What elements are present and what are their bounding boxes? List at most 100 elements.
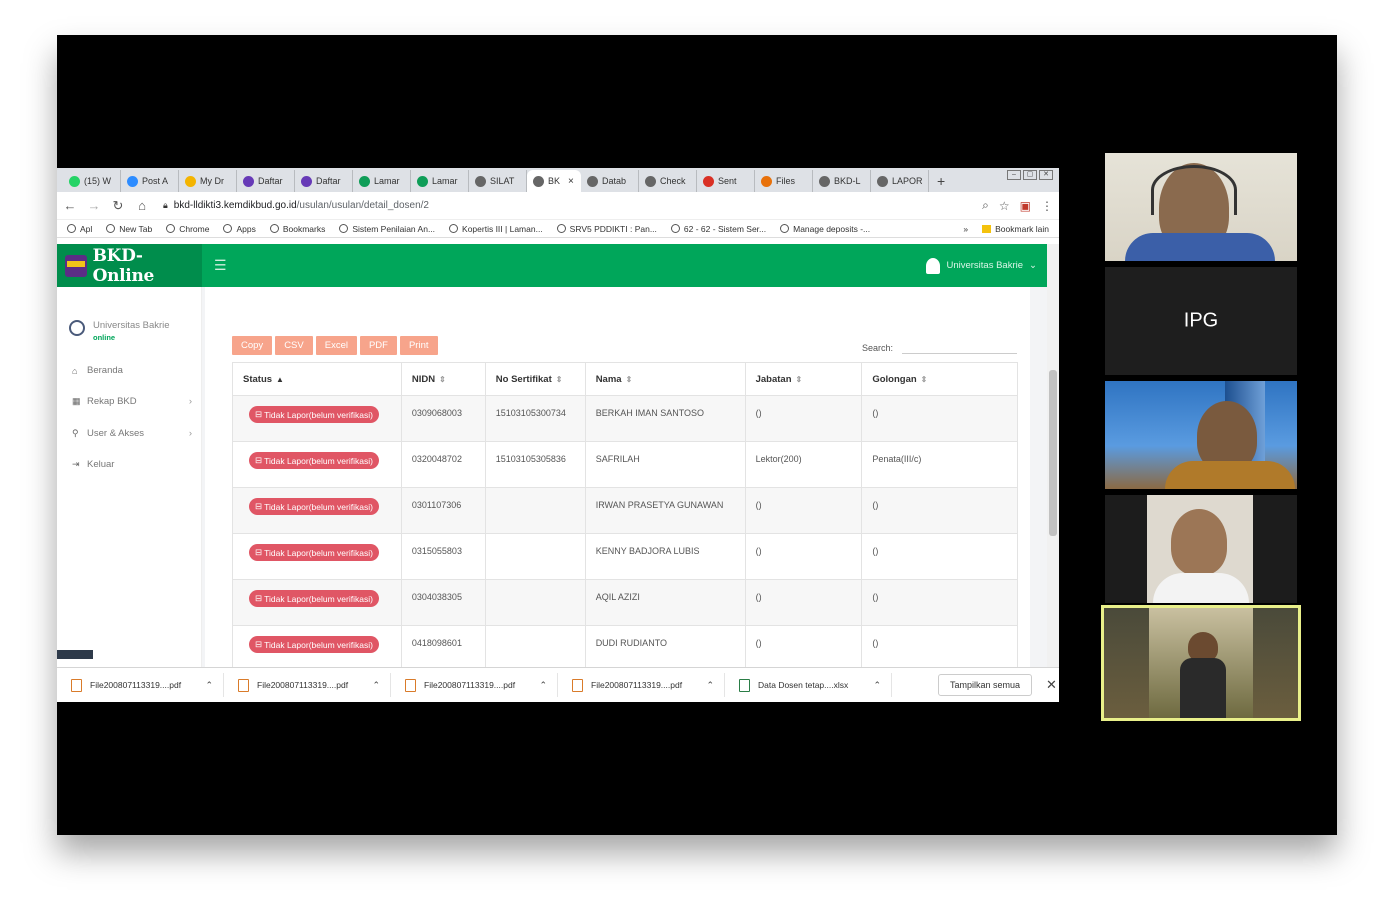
menu-toggle-icon[interactable]: ☰ xyxy=(214,257,227,274)
browser-tab[interactable]: Files xyxy=(755,170,813,192)
header-status[interactable]: Status ▲ xyxy=(232,362,402,396)
cell-nama: IRWAN PRASETYA GUNAWAN xyxy=(584,487,746,534)
status-badge[interactable]: ⊟ Tidak Lapor(belum verifikasi) xyxy=(249,544,379,561)
page-scrollbar[interactable] xyxy=(1047,244,1059,667)
status-badge[interactable]: ⊟ Tidak Lapor(belum verifikasi) xyxy=(249,452,379,469)
status-badge[interactable]: ⊟ Tidak Lapor(belum verifikasi) xyxy=(249,498,379,515)
url-field[interactable]: 🔒︎ bkd-lldikti3.kemdikbud.go.id/usulan/u… xyxy=(159,195,972,217)
bookmark-item[interactable]: Manage deposits -... xyxy=(780,224,870,234)
browser-tab[interactable]: Sent xyxy=(697,170,755,192)
sidebar-item-label: Beranda xyxy=(87,365,123,376)
browser-tab[interactable]: Daftar xyxy=(295,170,353,192)
bookmark-item[interactable]: Apps xyxy=(223,224,256,234)
reload-icon[interactable]: ↻ xyxy=(111,198,125,214)
browser-tab[interactable]: Lamar xyxy=(411,170,469,192)
browser-tab[interactable]: My Dr xyxy=(179,170,237,192)
user-menu[interactable]: Universitas Bakrie ⌄ xyxy=(926,257,1037,274)
table-row: ⊟ Tidak Lapor(belum verifikasi) 0304038305… xyxy=(232,579,1018,626)
url-host: bkd-lldikti3.kemdikbud.go.id xyxy=(173,200,297,211)
copy-button[interactable]: Copy xyxy=(232,336,273,355)
header-nidn[interactable]: NIDN ⇕ xyxy=(400,362,486,396)
video-tile-participant-4[interactable] xyxy=(1105,495,1297,603)
browser-tab[interactable]: SILAT xyxy=(469,170,527,192)
status-badge[interactable]: ⊟ Tidak Lapor(belum verifikasi) xyxy=(249,590,379,607)
download-item[interactable]: File200807113319....pdf ⌃ xyxy=(558,673,725,697)
csv-button[interactable]: CSV xyxy=(275,336,313,355)
sort-icon: ⇕ xyxy=(555,374,563,384)
print-button[interactable]: Print xyxy=(399,336,438,355)
download-filename: File200807113319....pdf xyxy=(424,680,516,690)
bookmark-item[interactable]: Chrome xyxy=(166,224,209,234)
extension-icon[interactable]: ▣ xyxy=(1020,199,1031,213)
header-golongan[interactable]: Golongan ⇕ xyxy=(861,362,1018,396)
download-item[interactable]: File200807113319....pdf ⌃ xyxy=(57,673,224,697)
show-all-downloads-button[interactable]: Tampilkan semua xyxy=(938,674,1033,696)
chevron-up-icon[interactable]: ⌃ xyxy=(205,680,213,691)
chevron-up-icon[interactable]: ⌃ xyxy=(873,680,881,691)
video-tile-participant-1[interactable] xyxy=(1105,153,1297,261)
bookmark-star-icon[interactable]: ☆ xyxy=(999,199,1010,213)
bookmark-item[interactable]: New Tab xyxy=(106,224,152,234)
home-icon[interactable]: ⌂ xyxy=(135,198,149,213)
tab-label: Daftar xyxy=(258,176,283,186)
pdf-button[interactable]: PDF xyxy=(359,336,397,355)
sidebar-item-beranda[interactable]: ⌂ Beranda xyxy=(72,365,192,376)
chevron-up-icon[interactable]: ⌃ xyxy=(706,680,714,691)
header-jabatan[interactable]: Jabatan ⇕ xyxy=(744,362,863,396)
close-icon[interactable]: ✕ xyxy=(1046,677,1057,693)
bookmarks-more[interactable]: » xyxy=(963,224,968,234)
browser-tab[interactable]: (15) W xyxy=(63,170,121,192)
bookmark-item[interactable]: Sistem Penilaian An... xyxy=(339,224,435,234)
sidebar-user: Universitas Bakrie online xyxy=(69,320,170,342)
download-item[interactable]: Data Dosen tetap....xlsx ⌃ xyxy=(725,673,892,697)
sidebar-scrollbar[interactable] xyxy=(57,650,93,659)
download-item[interactable]: File200807113319....pdf ⌃ xyxy=(224,673,391,697)
bookmark-item[interactable]: Bookmarks xyxy=(269,224,325,234)
pdf-file-icon xyxy=(405,678,416,692)
new-tab-button[interactable]: + xyxy=(937,173,945,189)
video-tile-participant-5-active[interactable] xyxy=(1101,605,1301,721)
status-icon: ⊟ xyxy=(255,547,263,557)
main-content: Copy CSV Excel PDF Print Search: Status ▲… xyxy=(202,287,1047,672)
cell-jabatan: () xyxy=(744,625,863,672)
chevron-up-icon[interactable]: ⌃ xyxy=(372,680,380,691)
site-logo[interactable]: BKD-Online xyxy=(57,244,202,287)
close-window-icon[interactable]: ✕ xyxy=(1039,170,1053,180)
browser-tab[interactable]: Post A xyxy=(121,170,179,192)
excel-button[interactable]: Excel xyxy=(315,336,357,355)
zoom-icon[interactable]: ⌕ xyxy=(982,198,989,213)
sidebar-item-user-akses[interactable]: ⚲ User & Akses › xyxy=(72,428,192,439)
sidebar-item-keluar[interactable]: ⇥ Keluar xyxy=(72,459,192,470)
back-icon[interactable]: ← xyxy=(63,198,77,213)
status-badge[interactable]: ⊟ Tidak Lapor(belum verifikasi) xyxy=(249,636,379,653)
pdf-file-icon xyxy=(71,678,82,692)
bookmark-item[interactable]: Kopertis III | Laman... xyxy=(449,224,543,234)
download-item[interactable]: File200807113319....pdf ⌃ xyxy=(391,673,558,697)
browser-tab[interactable]: Check xyxy=(639,170,697,192)
header-label: NIDN xyxy=(411,373,436,385)
browser-tab[interactable]: BK × xyxy=(527,170,581,192)
scrollbar-thumb[interactable] xyxy=(1049,370,1057,536)
other-bookmarks[interactable]: Bookmark lain xyxy=(982,224,1049,234)
browser-tab[interactable]: Datab xyxy=(581,170,639,192)
video-tile-participant-2[interactable]: IPG xyxy=(1105,267,1297,375)
sidebar-item-rekap-bkd[interactable]: ▦ Rekap BKD › xyxy=(72,396,192,407)
header-sertifikat[interactable]: No Sertifikat ⇕ xyxy=(484,362,586,396)
bookmark-item[interactable]: Apl xyxy=(67,224,92,234)
bookmark-item[interactable]: SRV5 PDDIKTI : Pan... xyxy=(556,224,657,234)
browser-tab[interactable]: LAPOR xyxy=(871,170,929,192)
bookmark-item[interactable]: 62 - 62 - Sistem Ser... xyxy=(670,224,766,234)
minimize-icon[interactable]: – xyxy=(1007,170,1021,180)
status-badge[interactable]: ⊟ Tidak Lapor(belum verifikasi) xyxy=(249,406,379,423)
forward-icon[interactable]: → xyxy=(87,198,101,213)
browser-tab[interactable]: BKD-L xyxy=(813,170,871,192)
browser-tab[interactable]: Daftar xyxy=(237,170,295,192)
browser-tab[interactable]: Lamar xyxy=(353,170,411,192)
video-tile-participant-3[interactable] xyxy=(1105,381,1297,489)
browser-menu-icon[interactable]: ⋮ xyxy=(1041,199,1053,213)
close-tab-icon[interactable]: × xyxy=(568,176,574,187)
maximize-icon[interactable]: ▢ xyxy=(1023,170,1037,180)
header-nama[interactable]: Nama ⇕ xyxy=(584,362,746,396)
chevron-up-icon[interactable]: ⌃ xyxy=(539,680,547,691)
search-input[interactable] xyxy=(902,341,1017,354)
